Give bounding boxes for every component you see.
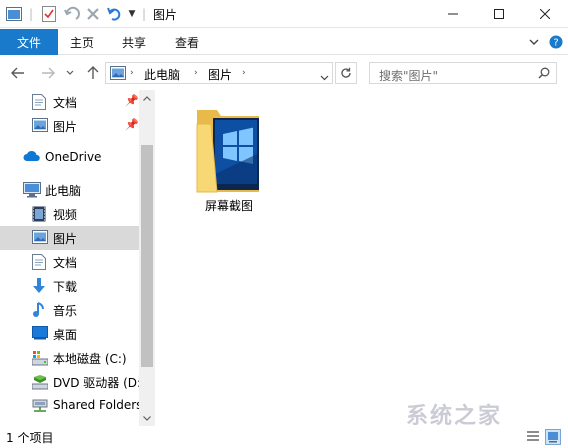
tab-view[interactable]: 查看 bbox=[167, 29, 207, 55]
cloud-icon bbox=[23, 150, 40, 166]
title-bar: | ▼ | 图片 bbox=[0, 0, 568, 28]
network-icon bbox=[32, 398, 48, 414]
scroll-down-icon[interactable] bbox=[139, 410, 155, 426]
recent-locations-icon[interactable] bbox=[63, 63, 77, 83]
folder-item-label: 屏幕截图 bbox=[204, 199, 253, 213]
scrollbar-thumb[interactable] bbox=[141, 145, 153, 367]
nav-item-music[interactable]: 音乐 bbox=[0, 298, 139, 322]
close-button[interactable] bbox=[522, 0, 568, 28]
up-arrow-icon[interactable] bbox=[83, 63, 103, 83]
breadcrumb-chevron-icon[interactable]: › bbox=[194, 68, 198, 78]
music-icon bbox=[32, 302, 48, 318]
pin-icon: 📌 bbox=[125, 94, 139, 107]
breadcrumb-chevron-icon[interactable]: › bbox=[130, 68, 134, 78]
dvd-icon bbox=[31, 374, 49, 390]
nav-item-downloads[interactable]: 下载 bbox=[0, 274, 139, 298]
window-icon[interactable] bbox=[4, 5, 24, 23]
breadcrumb-pictures[interactable]: 图片 bbox=[208, 66, 232, 83]
pin-icon: 📌 bbox=[125, 118, 139, 131]
search-icon[interactable] bbox=[538, 67, 550, 82]
back-arrow-icon[interactable] bbox=[8, 63, 28, 83]
document-icon bbox=[32, 254, 48, 270]
pictures-icon bbox=[32, 230, 48, 246]
pictures-location-icon bbox=[110, 66, 126, 83]
nav-item-local-disk-c[interactable]: 本地磁盘 (C:) bbox=[0, 346, 139, 370]
folder-icon bbox=[195, 104, 263, 197]
video-icon bbox=[32, 206, 48, 222]
customize-dropdown-icon[interactable]: ▼ bbox=[126, 5, 138, 23]
nav-pane-scrollbar[interactable] bbox=[139, 90, 155, 426]
undo-arrow-icon[interactable] bbox=[63, 5, 81, 23]
nav-item-documents[interactable]: 文档 bbox=[0, 250, 139, 274]
breadcrumb-chevron-icon[interactable]: › bbox=[242, 68, 246, 78]
search-input[interactable]: 搜索"图片" bbox=[379, 67, 438, 84]
search-box[interactable]: 搜索"图片" bbox=[369, 62, 557, 84]
address-bar[interactable]: › 此电脑 › 图片 › bbox=[105, 62, 333, 84]
breadcrumb-this-pc[interactable]: 此电脑 bbox=[144, 66, 180, 83]
nav-item-shared-folders[interactable]: Shared Folders bbox=[0, 394, 142, 418]
delete-x-icon[interactable] bbox=[84, 5, 102, 23]
address-history-dropdown-icon[interactable] bbox=[320, 70, 329, 84]
tab-home[interactable]: 主页 bbox=[62, 29, 102, 55]
download-icon bbox=[32, 278, 48, 294]
forward-arrow-icon[interactable] bbox=[38, 63, 58, 83]
nav-item-this-pc[interactable]: 此电脑 bbox=[0, 178, 139, 202]
maximize-button[interactable] bbox=[476, 0, 522, 28]
nav-item-pictures[interactable]: 图片 bbox=[0, 226, 139, 250]
properties-icon[interactable] bbox=[40, 5, 58, 23]
minimize-button[interactable] bbox=[430, 0, 476, 28]
toolbar-divider: | bbox=[141, 7, 147, 21]
nav-item-onedrive[interactable]: OneDrive bbox=[0, 146, 139, 170]
refresh-button[interactable] bbox=[335, 62, 357, 84]
item-count: 1 个项目 bbox=[6, 431, 54, 445]
nav-item-videos[interactable]: 视频 bbox=[0, 202, 139, 226]
tab-share[interactable]: 共享 bbox=[114, 29, 154, 55]
window-title: 图片 bbox=[153, 8, 178, 22]
folder-item[interactable]: 屏幕截图 bbox=[193, 102, 265, 213]
pictures-icon bbox=[32, 118, 48, 134]
nav-item-quick-pictures[interactable]: 图片 📌 bbox=[0, 114, 139, 138]
drive-icon bbox=[31, 350, 49, 366]
large-icons-view-icon[interactable] bbox=[545, 429, 561, 445]
nav-item-desktop[interactable]: 桌面 bbox=[0, 322, 139, 346]
scroll-up-icon[interactable] bbox=[139, 90, 155, 106]
refresh-icon bbox=[341, 67, 351, 78]
help-icon[interactable]: ? bbox=[548, 29, 564, 55]
watermark: 系统之家 bbox=[406, 404, 503, 429]
svg-text:?: ? bbox=[553, 38, 558, 49]
ribbon-tabs: 文件 主页 共享 查看 ? bbox=[0, 29, 568, 55]
nav-item-dvd-drive[interactable]: DVD 驱动器 (D: bbox=[0, 370, 141, 394]
redo-icon[interactable] bbox=[106, 5, 124, 23]
details-view-icon[interactable] bbox=[526, 429, 542, 445]
file-list: 屏幕截图 bbox=[155, 90, 568, 426]
toolbar-divider: | bbox=[28, 7, 34, 21]
document-icon bbox=[32, 94, 48, 110]
computer-icon bbox=[23, 182, 41, 198]
desktop-icon bbox=[32, 326, 48, 342]
tab-file[interactable]: 文件 bbox=[0, 29, 58, 55]
expand-ribbon-icon[interactable] bbox=[526, 29, 542, 55]
nav-item-quick-documents[interactable]: 文档 📌 bbox=[0, 90, 139, 114]
navigation-pane: 文档 📌 图片 📌 OneDrive 此电脑 视频 图片 文档 下载 音乐 桌面… bbox=[0, 90, 155, 426]
